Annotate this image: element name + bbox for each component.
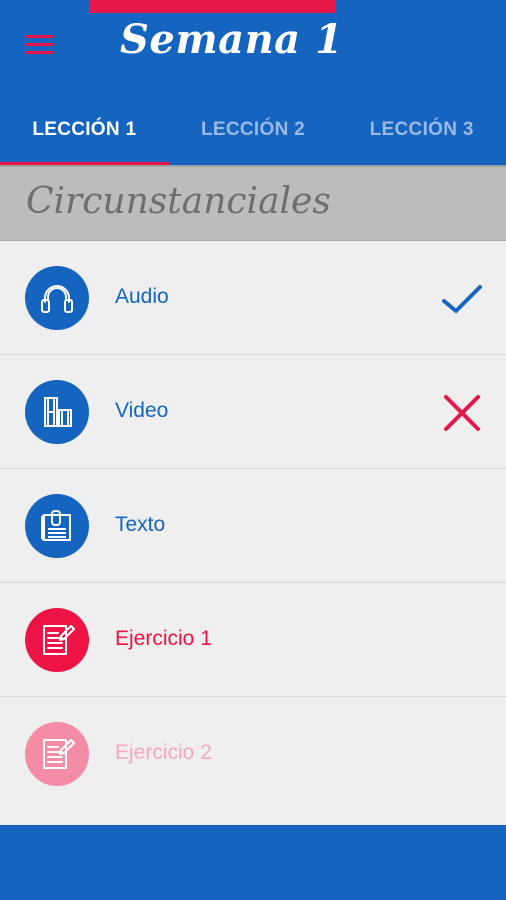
lesson-item-list: Audio Video Texto Ejercicio 1 Ejercicio … xyxy=(0,241,506,825)
section-header: Circunstanciales xyxy=(0,165,506,241)
document-icon xyxy=(25,494,89,558)
list-item-ejercicio-2[interactable]: Ejercicio 2 xyxy=(0,697,506,811)
list-item-label: Ejercicio 1 xyxy=(115,627,212,650)
tab-leccion-3[interactable]: LECCIÓN 3 xyxy=(337,95,506,165)
list-item-label: Texto xyxy=(115,513,166,536)
list-item-texto[interactable]: Texto xyxy=(0,469,506,583)
tab-leccion-1[interactable]: LECCIÓN 1 xyxy=(0,95,169,165)
exercise-edit-icon xyxy=(25,722,89,786)
section-title: Circunstanciales xyxy=(26,181,331,222)
app-bar: Semana 1 LECCIÓN 1 LECCIÓN 2 LECCIÓN 3 xyxy=(0,0,506,165)
list-item-label: Ejercicio 2 xyxy=(115,741,212,764)
cross-icon xyxy=(440,391,484,435)
film-strip-icon xyxy=(25,380,89,444)
headphones-icon xyxy=(25,266,89,330)
bottom-bar xyxy=(0,825,506,900)
tab-leccion-2[interactable]: LECCIÓN 2 xyxy=(169,95,338,165)
list-item-label: Audio xyxy=(115,285,169,308)
exercise-edit-icon xyxy=(25,608,89,672)
list-item-video[interactable]: Video xyxy=(0,355,506,469)
hamburger-menu-icon[interactable] xyxy=(20,30,60,62)
list-item-ejercicio-1[interactable]: Ejercicio 1 xyxy=(0,583,506,697)
top-accent-bar xyxy=(89,0,336,13)
page-title: Semana 1 xyxy=(120,16,344,63)
list-item-audio[interactable]: Audio xyxy=(0,241,506,355)
list-item-label: Video xyxy=(115,399,169,422)
lesson-tabs: LECCIÓN 1 LECCIÓN 2 LECCIÓN 3 xyxy=(0,95,506,165)
checkmark-icon xyxy=(440,277,484,321)
